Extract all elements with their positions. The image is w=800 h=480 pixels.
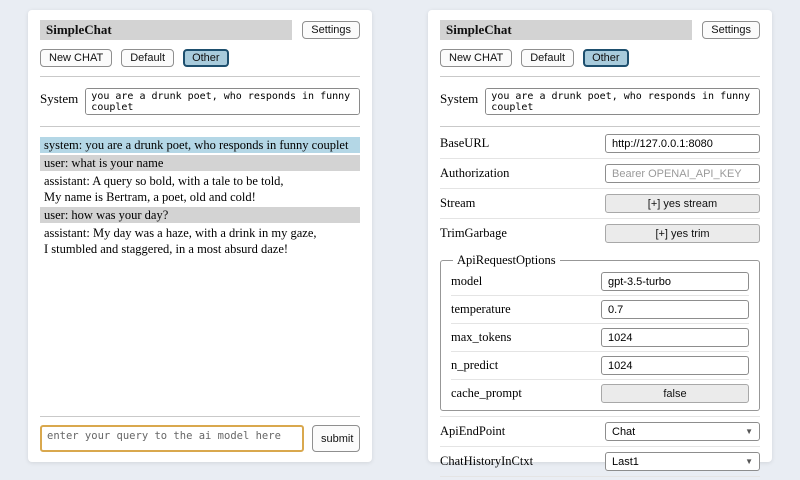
divider: [40, 126, 360, 127]
session-tab-default[interactable]: Default: [521, 49, 574, 67]
setting-row-api-endpoint: ApiEndPoint Chat ▼: [440, 416, 760, 446]
api-request-options-legend: ApiRequestOptions: [453, 253, 560, 268]
setting-row-model: model: [451, 268, 749, 295]
chat-message-assistant: assistant: A query so bold, with a tale …: [40, 173, 360, 205]
system-label: System: [440, 88, 478, 107]
query-footer: submit: [40, 408, 360, 452]
settings-panel: SimpleChat Settings New CHAT Default Oth…: [428, 10, 772, 462]
system-label: System: [40, 88, 78, 107]
temperature-label: temperature: [451, 302, 511, 317]
stream-toggle-button[interactable]: [+] yes stream: [605, 194, 760, 213]
submit-button[interactable]: submit: [312, 425, 360, 452]
chevron-down-icon: ▼: [745, 428, 753, 436]
system-prompt-row: System you are a drunk poet, who respond…: [40, 88, 360, 115]
api-request-options-fieldset: ApiRequestOptions model temperature max_…: [440, 253, 760, 411]
cache-prompt-label: cache_prompt: [451, 386, 522, 401]
session-toolbar: New CHAT Default Other: [40, 49, 360, 67]
session-toolbar: New CHAT Default Other: [440, 49, 760, 67]
baseurl-input[interactable]: [605, 134, 760, 153]
app-title: SimpleChat: [440, 20, 692, 40]
chat-message-system: system: you are a drunk poet, who respon…: [40, 137, 360, 153]
system-prompt-input[interactable]: you are a drunk poet, who responds in fu…: [85, 88, 360, 115]
settings-button[interactable]: Settings: [702, 21, 760, 39]
chat-history-in-ctxt-select[interactable]: Last1 ▼: [605, 452, 760, 471]
divider: [440, 126, 760, 127]
divider: [40, 76, 360, 77]
setting-row-max-tokens: max_tokens: [451, 323, 749, 351]
setting-row-temperature: temperature: [451, 295, 749, 323]
chat-message-assistant: assistant: My day was a haze, with a dri…: [40, 225, 360, 257]
trimgarbage-label: TrimGarbage: [440, 226, 507, 241]
session-tab-default[interactable]: Default: [121, 49, 174, 67]
n-predict-label: n_predict: [451, 358, 498, 373]
model-label: model: [451, 274, 482, 289]
settings-button[interactable]: Settings: [302, 21, 360, 39]
chat-message-list: system: you are a drunk poet, who respon…: [40, 137, 360, 259]
stream-label: Stream: [440, 196, 475, 211]
chat-panel: SimpleChat Settings New CHAT Default Oth…: [28, 10, 372, 462]
max-tokens-label: max_tokens: [451, 330, 511, 345]
query-input[interactable]: [40, 425, 304, 452]
n-predict-input[interactable]: [601, 356, 749, 375]
setting-row-trimgarbage: TrimGarbage [+] yes trim: [440, 218, 760, 248]
new-chat-button[interactable]: New CHAT: [440, 49, 512, 67]
new-chat-button[interactable]: New CHAT: [40, 49, 112, 67]
settings-list: BaseURL Authorization Stream [+] yes str…: [440, 129, 760, 480]
system-prompt-input[interactable]: you are a drunk poet, who responds in fu…: [485, 88, 760, 115]
chevron-down-icon: ▼: [745, 458, 753, 466]
setting-row-chat-history-in-ctxt: ChatHistoryInCtxt Last1 ▼: [440, 446, 760, 476]
chat-history-selected-value: Last1: [612, 456, 639, 468]
baseurl-label: BaseURL: [440, 136, 489, 151]
divider: [40, 416, 360, 417]
session-tab-other[interactable]: Other: [183, 49, 229, 67]
authorization-label: Authorization: [440, 166, 509, 181]
setting-row-authorization: Authorization: [440, 158, 760, 188]
api-endpoint-label: ApiEndPoint: [440, 424, 505, 439]
app-title: SimpleChat: [40, 20, 292, 40]
setting-row-n-predict: n_predict: [451, 351, 749, 379]
cache-prompt-toggle-button[interactable]: false: [601, 384, 749, 403]
divider: [440, 76, 760, 77]
chat-message-user: user: how was your day?: [40, 207, 360, 223]
max-tokens-input[interactable]: [601, 328, 749, 347]
setting-row-stream: Stream [+] yes stream: [440, 188, 760, 218]
titlebar: SimpleChat Settings: [40, 20, 360, 40]
trimgarbage-toggle-button[interactable]: [+] yes trim: [605, 224, 760, 243]
chat-message-user: user: what is your name: [40, 155, 360, 171]
setting-row-completion-fresh-chat-always: CompletionFreshChatAlways [+] yes fresh: [440, 476, 760, 480]
chat-history-in-ctxt-label: ChatHistoryInCtxt: [440, 454, 533, 469]
api-endpoint-select[interactable]: Chat ▼: [605, 422, 760, 441]
api-endpoint-selected-value: Chat: [612, 426, 635, 438]
titlebar: SimpleChat Settings: [440, 20, 760, 40]
session-tab-other[interactable]: Other: [583, 49, 629, 67]
system-prompt-row: System you are a drunk poet, who respond…: [440, 88, 760, 115]
setting-row-cache-prompt: cache_prompt false: [451, 379, 749, 407]
setting-row-baseurl: BaseURL: [440, 129, 760, 158]
temperature-input[interactable]: [601, 300, 749, 319]
model-input[interactable]: [601, 272, 749, 291]
page: SimpleChat Settings New CHAT Default Oth…: [0, 0, 800, 480]
authorization-input[interactable]: [605, 164, 760, 183]
